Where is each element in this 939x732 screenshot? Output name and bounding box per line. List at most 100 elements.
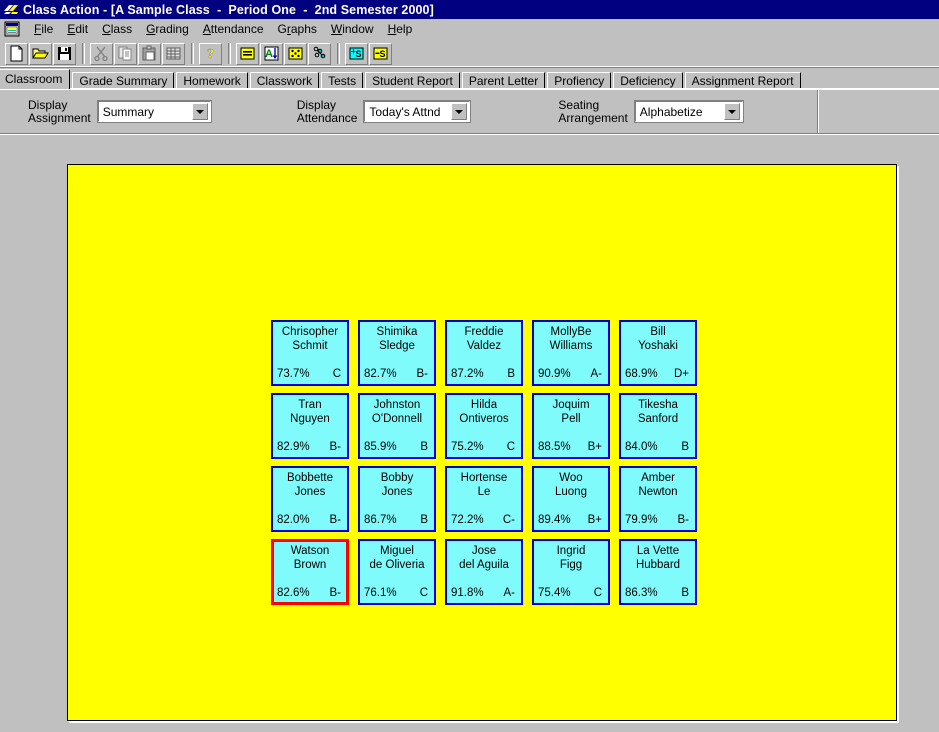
student-first-name: Freddie bbox=[451, 325, 517, 339]
student-percent: 84.0% bbox=[625, 440, 658, 454]
student-seat-card[interactable]: IngridFigg75.4%C bbox=[532, 539, 610, 605]
tab-classroom[interactable]: Classroom bbox=[0, 69, 70, 89]
student-seat-card[interactable]: HildaOntiveros75.2%C bbox=[445, 393, 523, 459]
svg-text:A: A bbox=[265, 48, 273, 60]
paste-clipboard-icon[interactable] bbox=[138, 43, 161, 65]
tab-label: Profiency bbox=[554, 74, 604, 88]
student-seat-card[interactable]: BillYoshaki68.9%D+ bbox=[619, 320, 697, 386]
chevron-down-icon[interactable] bbox=[451, 103, 467, 120]
student-percent: 86.3% bbox=[625, 586, 658, 600]
student-letter-grade: B bbox=[681, 440, 691, 454]
student-seat-card[interactable]: BobbetteJones82.0%B- bbox=[271, 466, 349, 532]
tab-student-report[interactable]: Student Report bbox=[365, 72, 460, 89]
student-first-name: Jose bbox=[451, 544, 517, 558]
open-folder-icon[interactable] bbox=[29, 43, 52, 65]
student-seat-card[interactable]: WatsonBrown82.6%B- bbox=[271, 539, 349, 605]
student-seat-card[interactable]: La VetteHubbard86.3%B bbox=[619, 539, 697, 605]
tab-homework[interactable]: Homework bbox=[176, 72, 247, 89]
student-letter-grade: C bbox=[594, 586, 604, 600]
save-floppy-icon[interactable] bbox=[53, 43, 76, 65]
dice-seating-icon[interactable] bbox=[284, 43, 307, 65]
student-letter-grade: C bbox=[420, 586, 430, 600]
student-last-name: Yoshaki bbox=[625, 339, 691, 353]
student-last-name: Jones bbox=[364, 485, 430, 499]
class-action-logo-icon bbox=[3, 2, 19, 18]
menu-item-edit[interactable]: Edit bbox=[60, 21, 95, 37]
student-seat-card[interactable]: Josedel Aguila91.8%A- bbox=[445, 539, 523, 605]
tab-parent-letter[interactable]: Parent Letter bbox=[462, 72, 545, 89]
cut-scissors-icon[interactable] bbox=[90, 43, 113, 65]
menu-item-grading[interactable]: Grading bbox=[139, 21, 196, 37]
student-seat-card[interactable]: BobbyJones86.7%B bbox=[358, 466, 436, 532]
menu-item-file[interactable]: File bbox=[27, 21, 60, 37]
display-attendance-value: Today's Attnd bbox=[365, 105, 451, 119]
new-document-icon[interactable] bbox=[5, 43, 28, 65]
student-seat-card[interactable]: WooLuong89.4%B+ bbox=[532, 466, 610, 532]
grid-table-icon[interactable] bbox=[162, 43, 185, 65]
tab-strip: Classroom Grade Summary Homework Classwo… bbox=[0, 68, 939, 89]
student-first-name: Tran bbox=[277, 398, 343, 412]
student-seat-card[interactable]: FreddieValdez87.2%B bbox=[445, 320, 523, 386]
display-assignment-select[interactable]: Summary bbox=[98, 101, 211, 122]
tab-tests[interactable]: Tests bbox=[321, 72, 363, 89]
tab-label: Assignment Report bbox=[692, 74, 794, 88]
toolbar-separator bbox=[82, 43, 85, 64]
student-seat-card[interactable]: TranNguyen82.9%B- bbox=[271, 393, 349, 459]
toolbar-separator bbox=[228, 43, 231, 64]
student-seat-card[interactable]: ChrisopherSchmit73.7%C bbox=[271, 320, 349, 386]
student-letter-grade: B+ bbox=[588, 440, 604, 454]
toolbar-group-students: + S S bbox=[345, 43, 393, 65]
student-letter-grade: B- bbox=[330, 586, 344, 600]
student-last-name: de Oliveria bbox=[364, 558, 430, 572]
svg-text:?: ? bbox=[207, 47, 214, 62]
student-first-name: Hortense bbox=[451, 471, 517, 485]
student-seat-card[interactable]: MollyBeWilliams90.9%A- bbox=[532, 320, 610, 386]
student-percent: 85.9% bbox=[364, 440, 397, 454]
display-attendance-select[interactable]: Today's Attnd bbox=[364, 101, 470, 122]
student-last-name: Sanford bbox=[625, 412, 691, 426]
menu-item-attendance[interactable]: Attendance bbox=[196, 21, 271, 37]
student-letter-grade: B- bbox=[330, 513, 344, 527]
display-attendance-field: Display Attendance Today's Attnd bbox=[297, 99, 471, 125]
student-seat-card[interactable]: JoquimPell88.5%B+ bbox=[532, 393, 610, 459]
document-window-icon[interactable] bbox=[4, 21, 20, 37]
help-question-icon[interactable]: ? bbox=[199, 43, 222, 65]
scatter-points-icon[interactable] bbox=[308, 43, 331, 65]
student-seat-card[interactable]: ShimikaSledge82.7%B- bbox=[358, 320, 436, 386]
menu-item-class[interactable]: Class bbox=[95, 21, 139, 37]
student-seat-card[interactable]: Miguelde Oliveria76.1%C bbox=[358, 539, 436, 605]
menu-item-graphs[interactable]: Graphs bbox=[271, 21, 324, 37]
student-seat-card[interactable]: HortenseLe72.2%C- bbox=[445, 466, 523, 532]
seating-chart-canvas[interactable]: ChrisopherSchmit73.7%CShimikaSledge82.7%… bbox=[67, 164, 897, 721]
student-letter-grade: B bbox=[420, 440, 430, 454]
menu-bar: File Edit Class Grading Attendance Graph… bbox=[0, 19, 939, 40]
student-first-name: Johnston bbox=[364, 398, 430, 412]
menu-item-help[interactable]: Help bbox=[381, 21, 420, 37]
tab-profiency[interactable]: Profiency bbox=[547, 72, 611, 89]
student-percent: 73.7% bbox=[277, 367, 310, 381]
seating-grid: ChrisopherSchmit73.7%CShimikaSledge82.7%… bbox=[271, 320, 697, 605]
seating-arrangement-select[interactable]: Alphabetize bbox=[635, 101, 743, 122]
sort-descending-icon[interactable]: A bbox=[260, 43, 283, 65]
display-assignment-label: Display Assignment bbox=[28, 99, 91, 125]
chevron-down-icon[interactable] bbox=[192, 103, 208, 120]
remove-student-icon[interactable]: S bbox=[369, 43, 392, 65]
chevron-down-icon[interactable] bbox=[724, 103, 740, 120]
tab-deficiency[interactable]: Deficiency bbox=[613, 72, 682, 89]
student-seat-card[interactable]: TikeshaSanford84.0%B bbox=[619, 393, 697, 459]
tab-grade-summary[interactable]: Grade Summary bbox=[72, 72, 174, 89]
copy-pages-icon[interactable] bbox=[114, 43, 137, 65]
student-percent: 90.9% bbox=[538, 367, 571, 381]
tab-label: Homework bbox=[183, 74, 240, 88]
tab-classwork[interactable]: Classwork bbox=[250, 72, 319, 89]
tab-label: Student Report bbox=[372, 74, 453, 88]
yellow-equals-icon[interactable] bbox=[236, 43, 259, 65]
student-seat-card[interactable]: AmberNewton79.9%B- bbox=[619, 466, 697, 532]
tab-label: Parent Letter bbox=[469, 74, 538, 88]
student-seat-card[interactable]: JohnstonO'Donnell85.9%B bbox=[358, 393, 436, 459]
student-stats-row: 72.2%C- bbox=[451, 513, 517, 528]
tab-assignment-report[interactable]: Assignment Report bbox=[685, 72, 801, 89]
menu-item-window[interactable]: Window bbox=[324, 21, 381, 37]
student-last-name: Sledge bbox=[364, 339, 430, 353]
add-student-icon[interactable]: + S bbox=[345, 43, 368, 65]
